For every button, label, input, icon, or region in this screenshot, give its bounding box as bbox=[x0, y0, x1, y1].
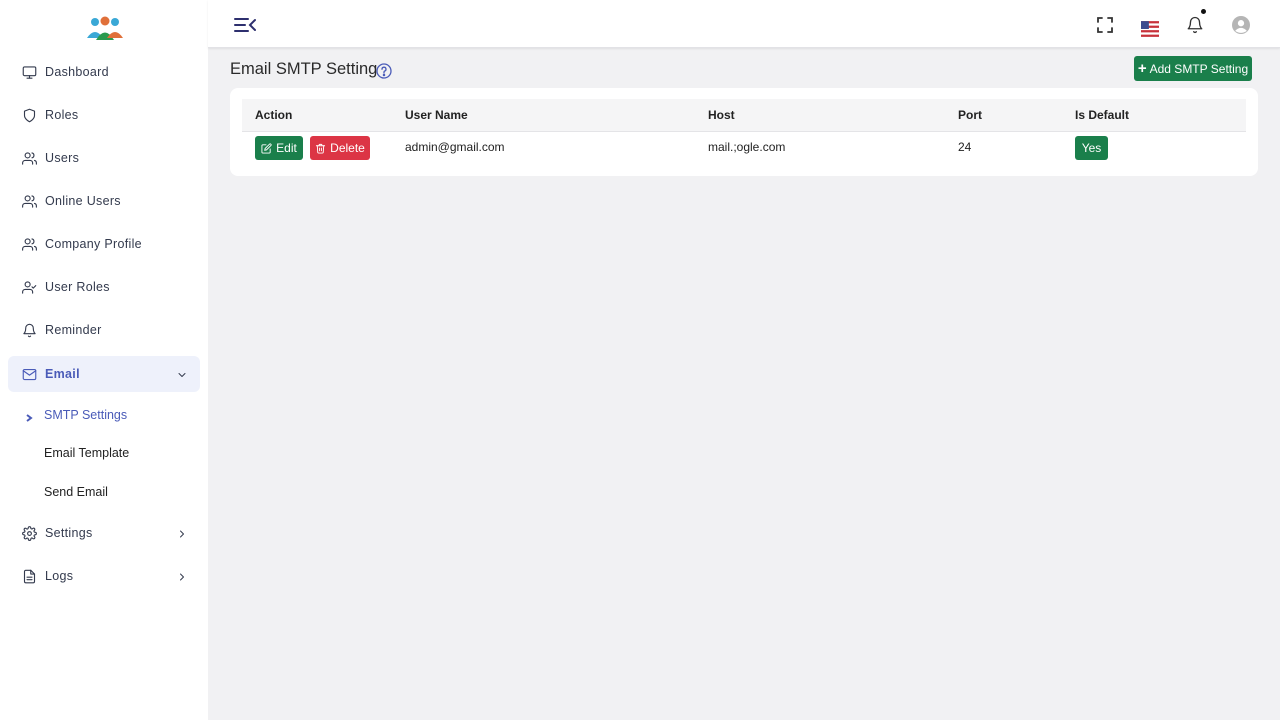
sidebar-item-label: Roles bbox=[45, 108, 79, 122]
plus-icon: + bbox=[1137, 60, 1147, 77]
mail-icon bbox=[21, 366, 37, 382]
cell-port: 24 bbox=[958, 140, 972, 154]
edit-button[interactable]: Edit bbox=[255, 136, 303, 160]
trash-icon bbox=[316, 143, 326, 154]
add-smtp-setting-button[interactable]: + Add SMTP Setting bbox=[1134, 56, 1252, 81]
column-header-is-default: Is Default bbox=[1075, 108, 1130, 122]
submenu-item-smtp-settings[interactable]: SMTP Settings bbox=[44, 408, 127, 422]
sidebar-item-label: Logs bbox=[45, 569, 74, 583]
sidebar-item-company-profile[interactable]: Company Profile bbox=[8, 226, 200, 262]
sidebar-item-settings[interactable]: Settings bbox=[8, 515, 200, 551]
sidebar-item-users[interactable]: Users bbox=[8, 140, 200, 176]
shield-icon bbox=[21, 107, 37, 123]
sidebar-item-label: Users bbox=[45, 151, 80, 165]
us-flag-icon[interactable] bbox=[1141, 20, 1159, 37]
app-logo[interactable] bbox=[86, 16, 124, 42]
sidebar-item-label: Company Profile bbox=[45, 237, 142, 251]
page-title: Email SMTP Setting bbox=[230, 60, 378, 78]
notification-dot bbox=[1201, 9, 1206, 14]
sidebar: Dashboard Roles Users Online Users Compa… bbox=[0, 0, 208, 720]
sidebar-item-user-roles[interactable]: User Roles bbox=[8, 269, 200, 305]
cell-user-name: admin@gmail.com bbox=[405, 140, 505, 154]
users-icon bbox=[21, 150, 37, 166]
sidebar-item-label: Reminder bbox=[45, 323, 102, 337]
sidebar-item-label: User Roles bbox=[45, 280, 110, 294]
table-header: Action User Name Host Port Is Default bbox=[242, 99, 1246, 132]
users-icon bbox=[21, 193, 37, 209]
column-header-port: Port bbox=[958, 108, 982, 122]
chevron-right-icon bbox=[176, 570, 188, 582]
sidebar-item-email[interactable]: Email bbox=[8, 356, 200, 392]
edit-icon bbox=[261, 142, 272, 154]
delete-label: Delete bbox=[330, 141, 365, 155]
sidebar-item-dashboard[interactable]: Dashboard bbox=[8, 54, 200, 90]
column-header-host: Host bbox=[708, 108, 735, 122]
fullscreen-icon[interactable] bbox=[1096, 16, 1114, 34]
chevron-down-icon bbox=[176, 368, 188, 380]
default-badge: Yes bbox=[1075, 136, 1108, 160]
sidebar-item-label: Email bbox=[45, 367, 80, 381]
submenu-item-send-email[interactable]: Send Email bbox=[44, 485, 108, 499]
edit-label: Edit bbox=[276, 141, 297, 155]
avatar[interactable] bbox=[1232, 16, 1252, 36]
gear-icon bbox=[21, 525, 37, 541]
sidebar-item-reminder[interactable]: Reminder bbox=[8, 312, 200, 348]
top-header bbox=[208, 0, 1280, 48]
sidebar-item-online-users[interactable]: Online Users bbox=[8, 183, 200, 219]
column-header-user-name: User Name bbox=[405, 108, 468, 122]
chevron-right-icon bbox=[25, 410, 33, 422]
file-icon bbox=[21, 568, 37, 584]
sidebar-item-roles[interactable]: Roles bbox=[8, 97, 200, 133]
user-check-icon bbox=[21, 279, 37, 295]
add-smtp-setting-label: Add SMTP Setting bbox=[1149, 61, 1249, 76]
help-icon[interactable] bbox=[376, 63, 392, 79]
sidebar-item-label: Dashboard bbox=[45, 65, 109, 79]
sidebar-item-label: Settings bbox=[45, 526, 93, 540]
cell-host: mail.;ogle.com bbox=[708, 140, 786, 154]
bell-icon bbox=[21, 322, 37, 338]
users-icon bbox=[21, 236, 37, 252]
monitor-icon bbox=[21, 64, 37, 80]
sidebar-item-label: Online Users bbox=[45, 194, 121, 208]
sidebar-item-logs[interactable]: Logs bbox=[8, 558, 200, 594]
delete-button[interactable]: Delete bbox=[310, 136, 370, 160]
smtp-table-card: Action User Name Host Port Is Default Ed… bbox=[230, 88, 1258, 176]
submenu-item-email-template[interactable]: Email Template bbox=[44, 446, 129, 460]
menu-collapse-icon[interactable] bbox=[234, 16, 256, 34]
bell-icon[interactable] bbox=[1186, 16, 1204, 34]
chevron-right-icon bbox=[176, 527, 188, 539]
column-header-action: Action bbox=[255, 108, 293, 122]
